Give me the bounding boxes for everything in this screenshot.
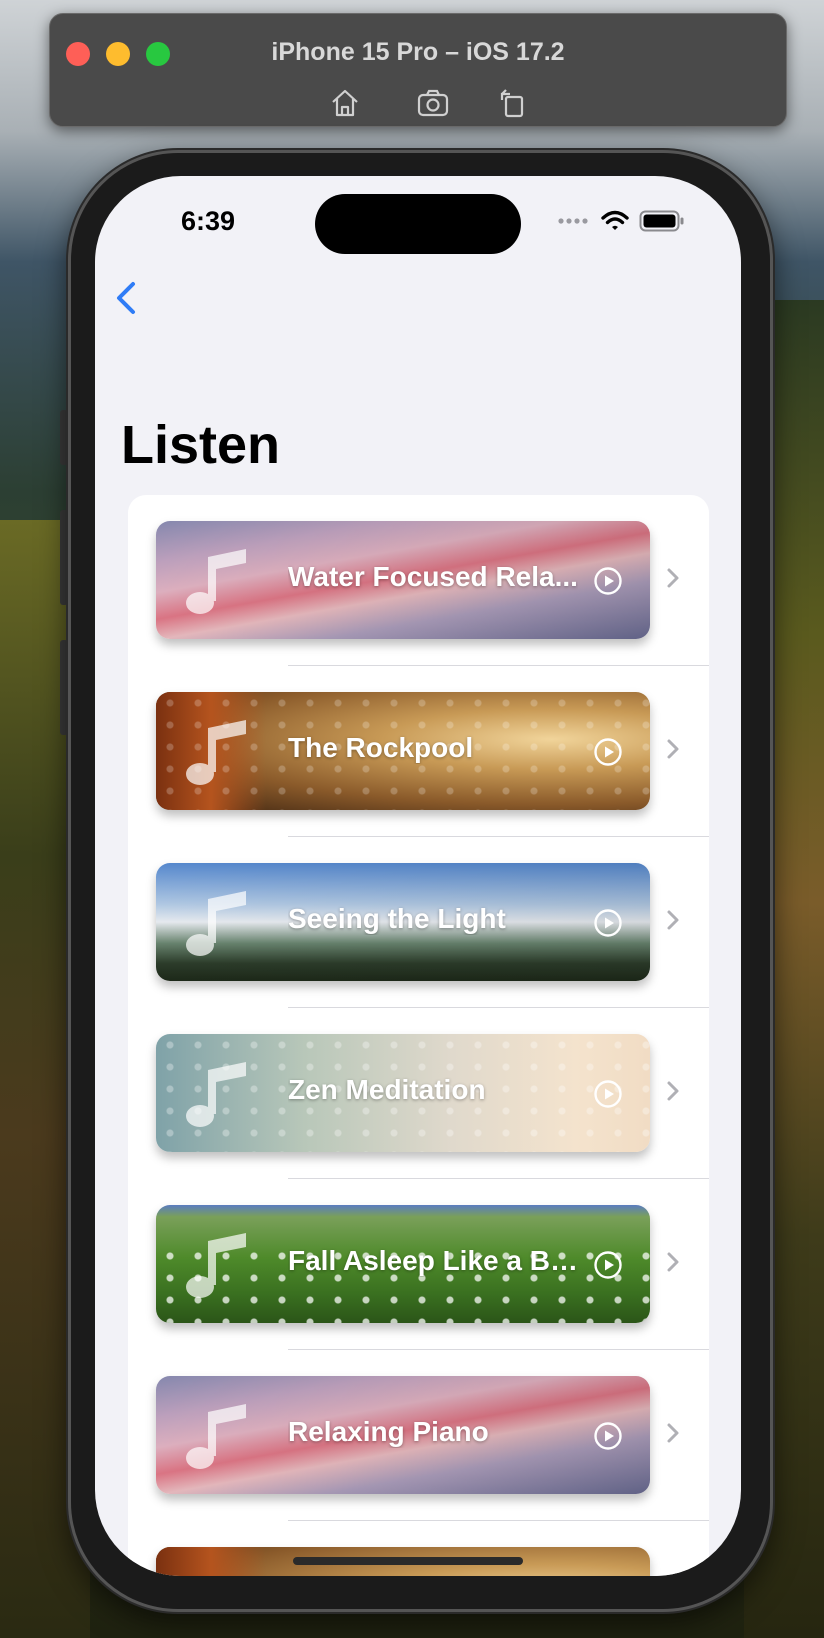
music-note-icon <box>186 549 246 614</box>
track-title: The Rockpool <box>288 732 474 763</box>
page-title: Listen <box>121 415 281 475</box>
status-icons <box>557 210 685 232</box>
wifi-icon <box>601 210 629 230</box>
battery-icon <box>639 210 684 232</box>
list-item[interactable]: Relaxing Piano <box>128 1350 709 1521</box>
phone-screen: 6:39 Listen Water Focused Rela... The Ro… <box>95 176 741 1576</box>
chevron-right-icon <box>667 739 679 759</box>
track-title: Zen Meditation <box>288 1074 486 1105</box>
track-card[interactable]: Fall Asleep Like a Ba... <box>156 1205 650 1323</box>
track-card[interactable]: Seeing the Light <box>156 863 650 981</box>
track-card[interactable]: Water Focused Rela... <box>156 521 650 639</box>
play-circle-icon[interactable] <box>593 566 623 596</box>
track-card[interactable]: Relaxing Piano <box>156 1376 650 1494</box>
chevron-right-icon <box>667 1423 679 1443</box>
chevron-right-icon <box>667 1252 679 1272</box>
status-time: 6:39 <box>181 206 236 236</box>
track-title: Fall Asleep Like a Ba... <box>288 1245 578 1276</box>
play-circle-icon[interactable] <box>593 737 623 767</box>
play-circle-icon[interactable] <box>593 1250 623 1280</box>
simulator-title: iPhone 15 Pro – iOS 17.2 <box>271 38 565 66</box>
track-card[interactable]: The Rockpool <box>156 692 650 810</box>
chevron-right-icon <box>667 910 679 930</box>
home-icon[interactable] <box>328 86 362 120</box>
play-circle-icon[interactable] <box>593 1421 623 1451</box>
simulator-toolbar: iPhone 15 Pro – iOS 17.2 <box>49 13 787 127</box>
track-title: Seeing the Light <box>288 903 506 934</box>
list-item[interactable]: Water Focused Rela... <box>128 495 709 666</box>
list-item[interactable]: Zen Meditation <box>128 1008 709 1179</box>
home-indicator[interactable] <box>293 1557 523 1565</box>
list-item[interactable]: The Rockpool <box>128 666 709 837</box>
signal-icon <box>558 218 588 224</box>
list-item[interactable] <box>128 1521 709 1576</box>
rotate-icon[interactable] <box>496 86 530 120</box>
list-item[interactable]: Fall Asleep Like a Ba... <box>128 1179 709 1350</box>
volume-down-button <box>60 640 68 735</box>
screenshot-icon[interactable] <box>416 86 450 120</box>
action-button <box>60 410 68 465</box>
list-item[interactable]: Seeing the Light <box>128 837 709 1008</box>
music-note-icon <box>186 891 246 956</box>
back-button[interactable] <box>109 276 149 320</box>
chevron-left-icon <box>117 282 135 314</box>
track-card[interactable]: Zen Meditation <box>156 1034 650 1152</box>
chevron-right-icon <box>667 568 679 588</box>
music-note-icon <box>186 1062 246 1127</box>
track-title: Relaxing Piano <box>288 1416 489 1447</box>
play-circle-icon[interactable] <box>593 908 623 938</box>
music-note-icon <box>186 1404 246 1469</box>
track-title: Water Focused Rela... <box>288 561 578 592</box>
dynamic-island <box>315 194 521 254</box>
music-note-icon <box>186 1233 246 1298</box>
track-list: Water Focused Rela... The Rockpool Seein… <box>128 495 709 1576</box>
volume-up-button <box>60 510 68 605</box>
music-note-icon <box>186 720 246 785</box>
chevron-right-icon <box>667 1081 679 1101</box>
play-circle-icon[interactable] <box>593 1079 623 1109</box>
